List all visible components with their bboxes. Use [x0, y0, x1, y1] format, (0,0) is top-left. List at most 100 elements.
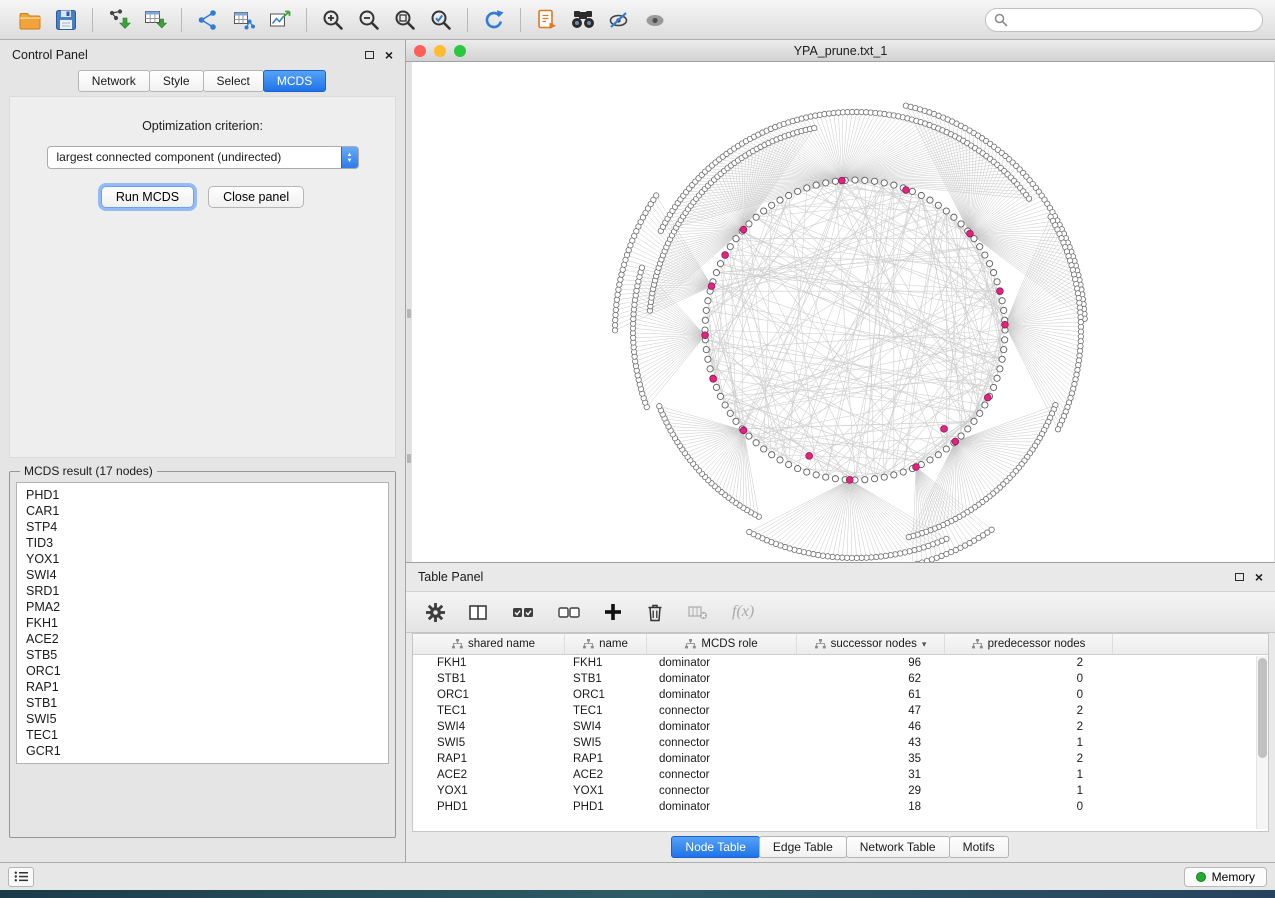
table-row[interactable]: SWI5SWI5connector431: [413, 735, 1268, 751]
tab-network-table[interactable]: Network Table: [846, 836, 950, 858]
mcds-result-item[interactable]: TEC1: [17, 727, 388, 743]
table-row[interactable]: ACE2ACE2connector311: [413, 767, 1268, 783]
table-row[interactable]: STB1STB1dominator620: [413, 671, 1268, 687]
cell-successor-nodes: 96: [797, 655, 945, 671]
table-panel-title: Table Panel: [418, 570, 483, 584]
column-header-name[interactable]: name: [565, 634, 647, 654]
column-type-icon: [972, 639, 983, 649]
gear-icon[interactable]: [426, 597, 445, 627]
unselect-all-icon[interactable]: [558, 597, 580, 627]
column-header-shared-name[interactable]: shared name: [423, 634, 565, 654]
zoom-out-icon[interactable]: [351, 5, 387, 35]
toolbar-separator: [467, 8, 468, 32]
mcds-result-item[interactable]: PMA2: [17, 599, 388, 615]
close-panel-button[interactable]: Close panel: [208, 186, 304, 208]
network-window-titlebar[interactable]: YPA_prune.txt_1: [406, 40, 1275, 62]
mcds-result-item[interactable]: PHD1: [17, 487, 388, 503]
mcds-result-item[interactable]: SWI4: [17, 567, 388, 583]
close-table-panel-icon[interactable]: ×: [1255, 572, 1263, 582]
new-network-icon[interactable]: [190, 5, 226, 35]
tab-select[interactable]: Select: [203, 70, 264, 92]
split-column-icon[interactable]: [469, 597, 488, 627]
mcds-result-item[interactable]: SWI5: [17, 711, 388, 727]
show-hide-icon[interactable]: [637, 5, 673, 35]
table-row[interactable]: RAP1RAP1dominator352: [413, 751, 1268, 767]
function-builder-icon[interactable]: f(x): [732, 603, 754, 621]
mcds-result-item[interactable]: FKH1: [17, 615, 388, 631]
table-row[interactable]: FKH1FKH1dominator962: [413, 655, 1268, 671]
mcds-result-item[interactable]: ACE2: [17, 631, 388, 647]
mcds-result-item[interactable]: CAR1: [17, 503, 388, 519]
table-row[interactable]: YOX1YOX1connector291: [413, 783, 1268, 799]
mcds-result-item[interactable]: STB5: [17, 647, 388, 663]
cell-name: ACE2: [565, 767, 647, 783]
mcds-result-item[interactable]: GCR1: [17, 743, 388, 759]
tab-edge-table[interactable]: Edge Table: [759, 836, 847, 858]
mcds-result-item[interactable]: YOX1: [17, 551, 388, 567]
table-row[interactable]: ORC1ORC1dominator610: [413, 687, 1268, 703]
import-network-icon[interactable]: [101, 5, 137, 35]
zoom-in-icon[interactable]: [315, 5, 351, 35]
table-scrollbar[interactable]: [1256, 656, 1268, 829]
table-row[interactable]: PHD1PHD1dominator180: [413, 799, 1268, 815]
close-panel-icon[interactable]: ×: [385, 50, 393, 60]
cell-successor-nodes: 46: [797, 719, 945, 735]
cell-successor-nodes: 47: [797, 703, 945, 719]
float-panel-icon[interactable]: [365, 51, 374, 59]
tab-network[interactable]: Network: [78, 70, 150, 92]
open-folder-icon[interactable]: [12, 5, 48, 35]
import-table-icon[interactable]: [137, 5, 173, 35]
mcds-result-item[interactable]: STB1: [17, 695, 388, 711]
export-image-icon[interactable]: [262, 5, 298, 35]
column-header-predecessor-nodes[interactable]: predecessor nodes: [945, 634, 1113, 654]
tab-mcds[interactable]: MCDS: [263, 70, 326, 92]
tab-motifs[interactable]: Motifs: [949, 836, 1009, 858]
network-from-table-icon[interactable]: [226, 5, 262, 35]
cell-shared-name: FKH1: [423, 655, 565, 671]
close-window-icon[interactable]: [414, 45, 426, 57]
cell-shared-name: TEC1: [423, 703, 565, 719]
table-row[interactable]: SWI4SWI4dominator462: [413, 719, 1268, 735]
cell-successor-nodes: 61: [797, 687, 945, 703]
task-history-icon[interactable]: [8, 867, 34, 887]
splitter-handle[interactable]: [407, 309, 411, 318]
save-session-icon[interactable]: [48, 5, 84, 35]
tab-node-table[interactable]: Node Table: [671, 836, 760, 858]
mcds-result-item[interactable]: STP4: [17, 519, 388, 535]
memory-button[interactable]: Memory: [1184, 867, 1267, 887]
zoom-selected-icon[interactable]: [423, 5, 459, 35]
refresh-view-icon[interactable]: [476, 5, 512, 35]
run-mcds-button[interactable]: Run MCDS: [101, 186, 194, 208]
scrollbar-thumb[interactable]: [1258, 658, 1267, 758]
toolbar-separator: [181, 8, 182, 32]
maximize-window-icon[interactable]: [454, 45, 466, 57]
search-input[interactable]: [1008, 13, 1254, 27]
hide-column-icon[interactable]: [688, 597, 708, 627]
binoculars-icon[interactable]: [565, 5, 601, 35]
cell-name: STB1: [565, 671, 647, 687]
tab-style[interactable]: Style: [149, 70, 204, 92]
mcds-result-item[interactable]: RAP1: [17, 679, 388, 695]
zoom-fit-icon[interactable]: [387, 5, 423, 35]
clone-network-icon[interactable]: [529, 5, 565, 35]
toggle-details-icon[interactable]: [601, 5, 637, 35]
float-table-panel-icon[interactable]: [1235, 573, 1244, 581]
column-header-successor-nodes[interactable]: successor nodes▾: [797, 634, 945, 654]
delete-icon[interactable]: [646, 597, 664, 627]
mcds-result-item[interactable]: SRD1: [17, 583, 388, 599]
criterion-select[interactable]: largest connected component (undirected)…: [47, 146, 359, 169]
select-all-icon[interactable]: [512, 597, 534, 627]
mcds-result-list[interactable]: PHD1CAR1STP4TID3YOX1SWI4SRD1PMA2FKH1ACE2…: [16, 482, 389, 764]
splitter-handle[interactable]: [407, 454, 411, 463]
toolbar-separator: [520, 8, 521, 32]
add-icon[interactable]: [604, 597, 622, 627]
mcds-result-item[interactable]: TID3: [17, 535, 388, 551]
network-canvas[interactable]: [412, 62, 1274, 562]
mcds-result-item[interactable]: ORC1: [17, 663, 388, 679]
minimize-window-icon[interactable]: [434, 45, 446, 57]
cell-shared-name: ACE2: [423, 767, 565, 783]
cell-predecessor-nodes: 0: [945, 671, 1113, 687]
column-header-mcds-role[interactable]: MCDS role: [647, 634, 797, 654]
cell-predecessor-nodes: 2: [945, 703, 1113, 719]
table-row[interactable]: TEC1TEC1connector472: [413, 703, 1268, 719]
